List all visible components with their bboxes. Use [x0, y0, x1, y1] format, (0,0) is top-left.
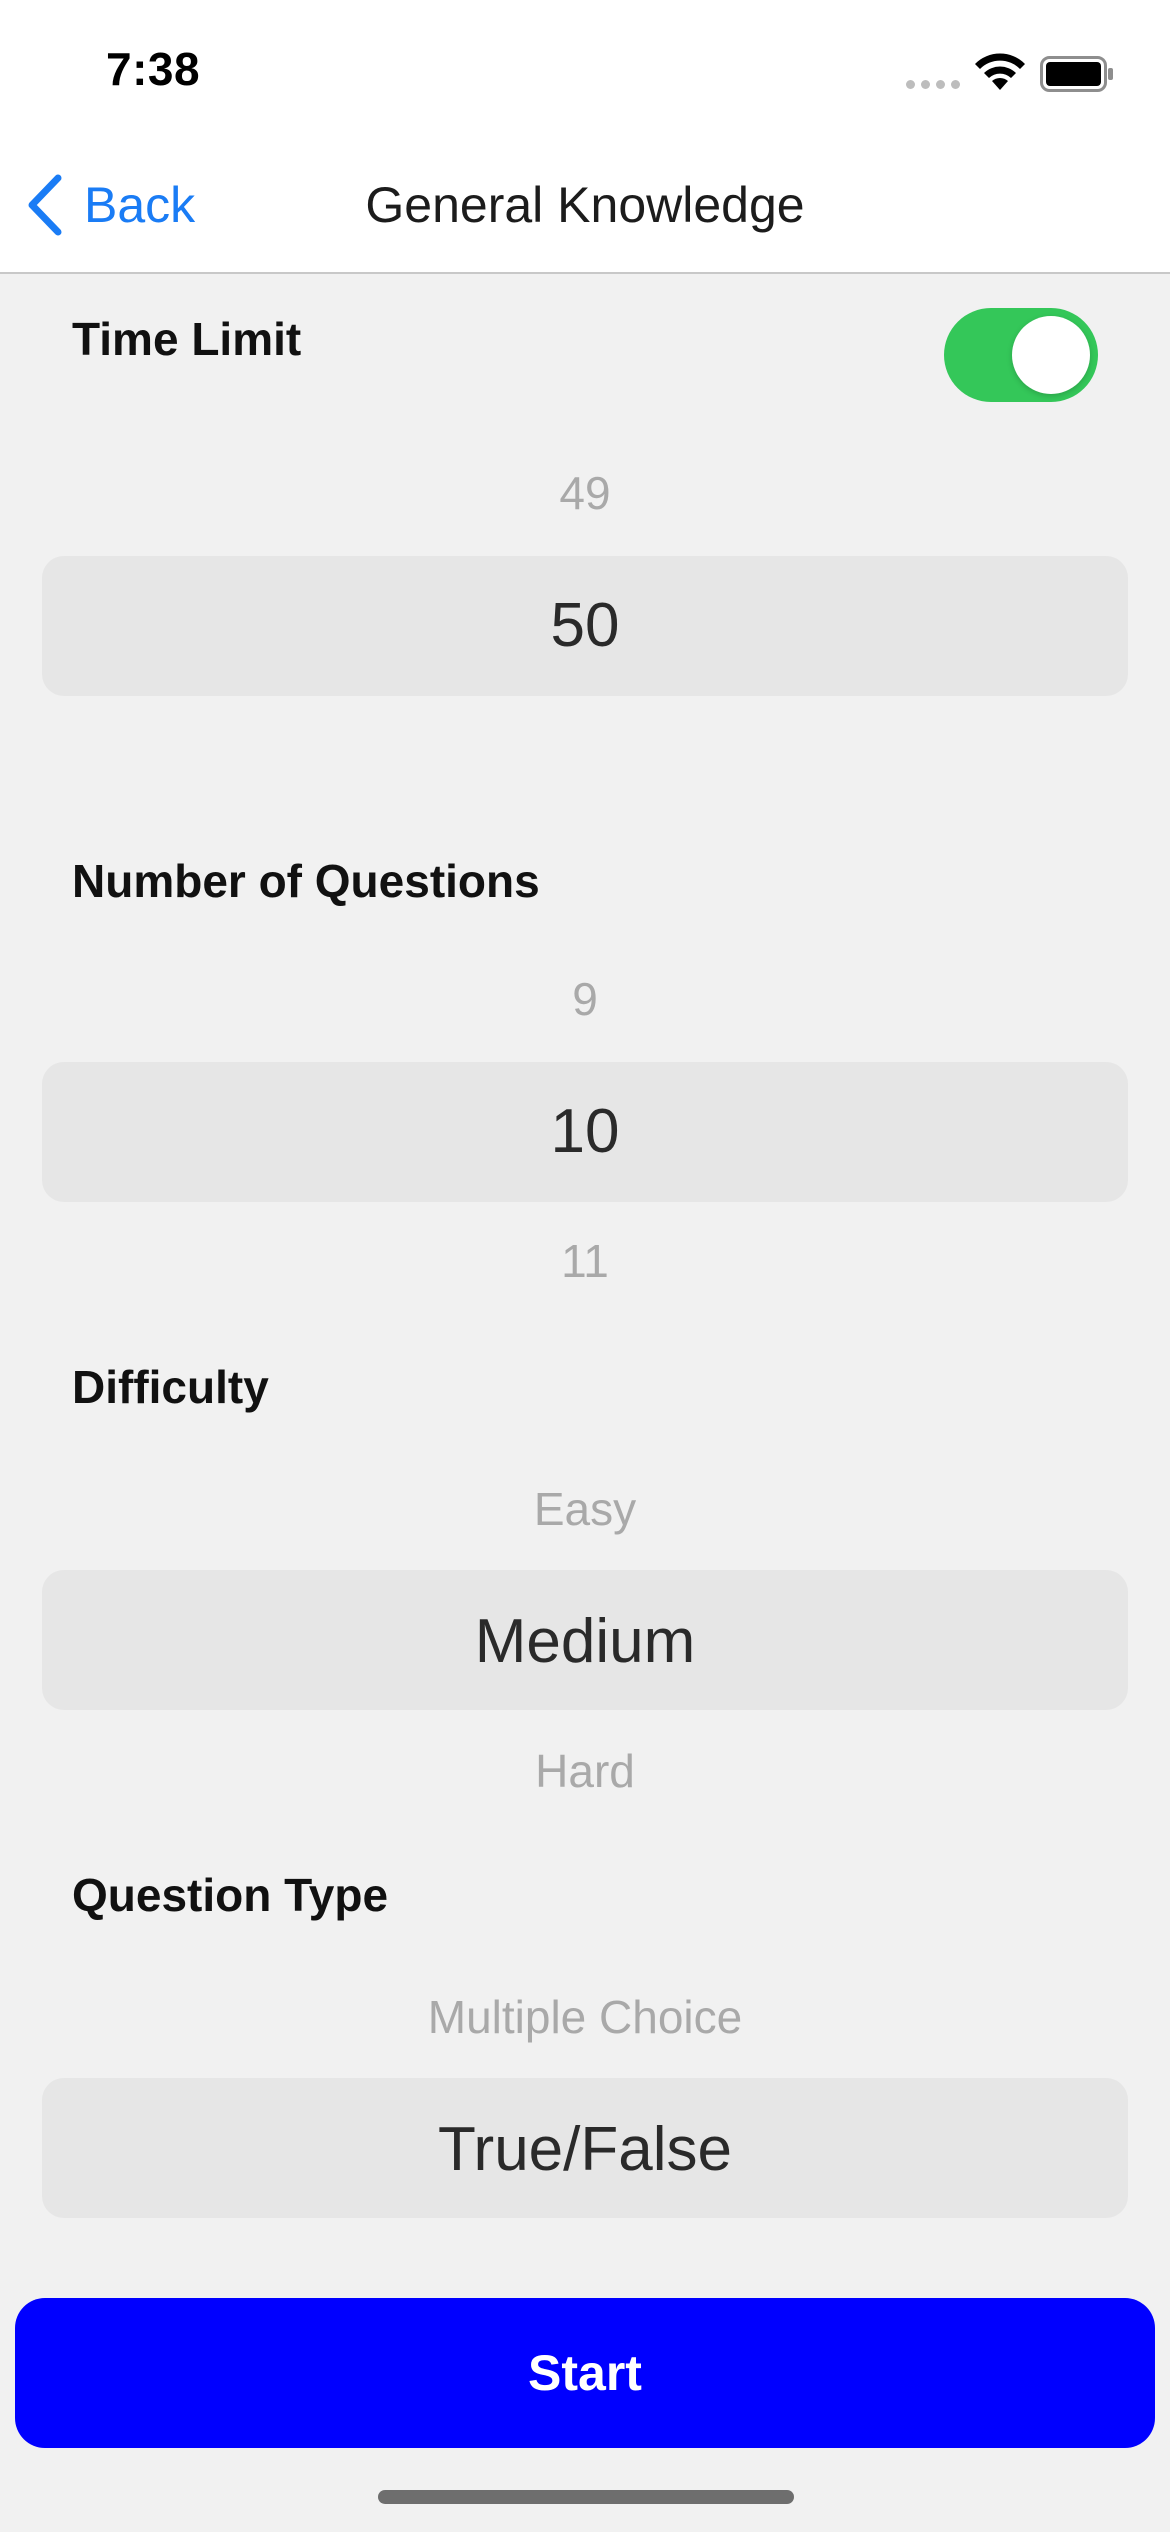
battery-full-icon — [1040, 56, 1113, 92]
difficulty-label: Difficulty — [72, 1361, 269, 1413]
time-limit-option-above[interactable]: 49 — [0, 466, 1170, 520]
home-indicator — [378, 2490, 794, 2504]
page-title: General Knowledge — [365, 177, 805, 233]
wifi-icon — [975, 53, 1025, 90]
questions-option-above[interactable]: 9 — [0, 972, 1170, 1026]
start-button[interactable]: Start — [15, 2298, 1155, 2448]
questions-option-selected[interactable]: 10 — [0, 1096, 1170, 1167]
question-type-label: Question Type — [72, 1869, 389, 1921]
time-limit-label: Time Limit — [72, 313, 302, 365]
time-limit-option-selected[interactable]: 50 — [0, 590, 1170, 661]
top-bar: 7:38 Back General Knowledge — [0, 0, 1170, 274]
toggle-knob — [1012, 316, 1090, 394]
time-limit-toggle[interactable] — [944, 308, 1098, 402]
difficulty-option-below[interactable]: Hard — [0, 1744, 1170, 1798]
questions-option-below[interactable]: 11 — [0, 1234, 1170, 1288]
number-of-questions-label: Number of Questions — [72, 855, 540, 907]
question-type-option-selected[interactable]: True/False — [0, 2114, 1170, 2185]
status-time: 7:38 — [106, 43, 201, 95]
signal-dots-icon — [906, 80, 960, 89]
question-type-option-above[interactable]: Multiple Choice — [0, 1990, 1170, 2044]
difficulty-option-above[interactable]: Easy — [0, 1482, 1170, 1536]
start-button-label: Start — [528, 2345, 642, 2401]
difficulty-option-selected[interactable]: Medium — [0, 1606, 1170, 1677]
